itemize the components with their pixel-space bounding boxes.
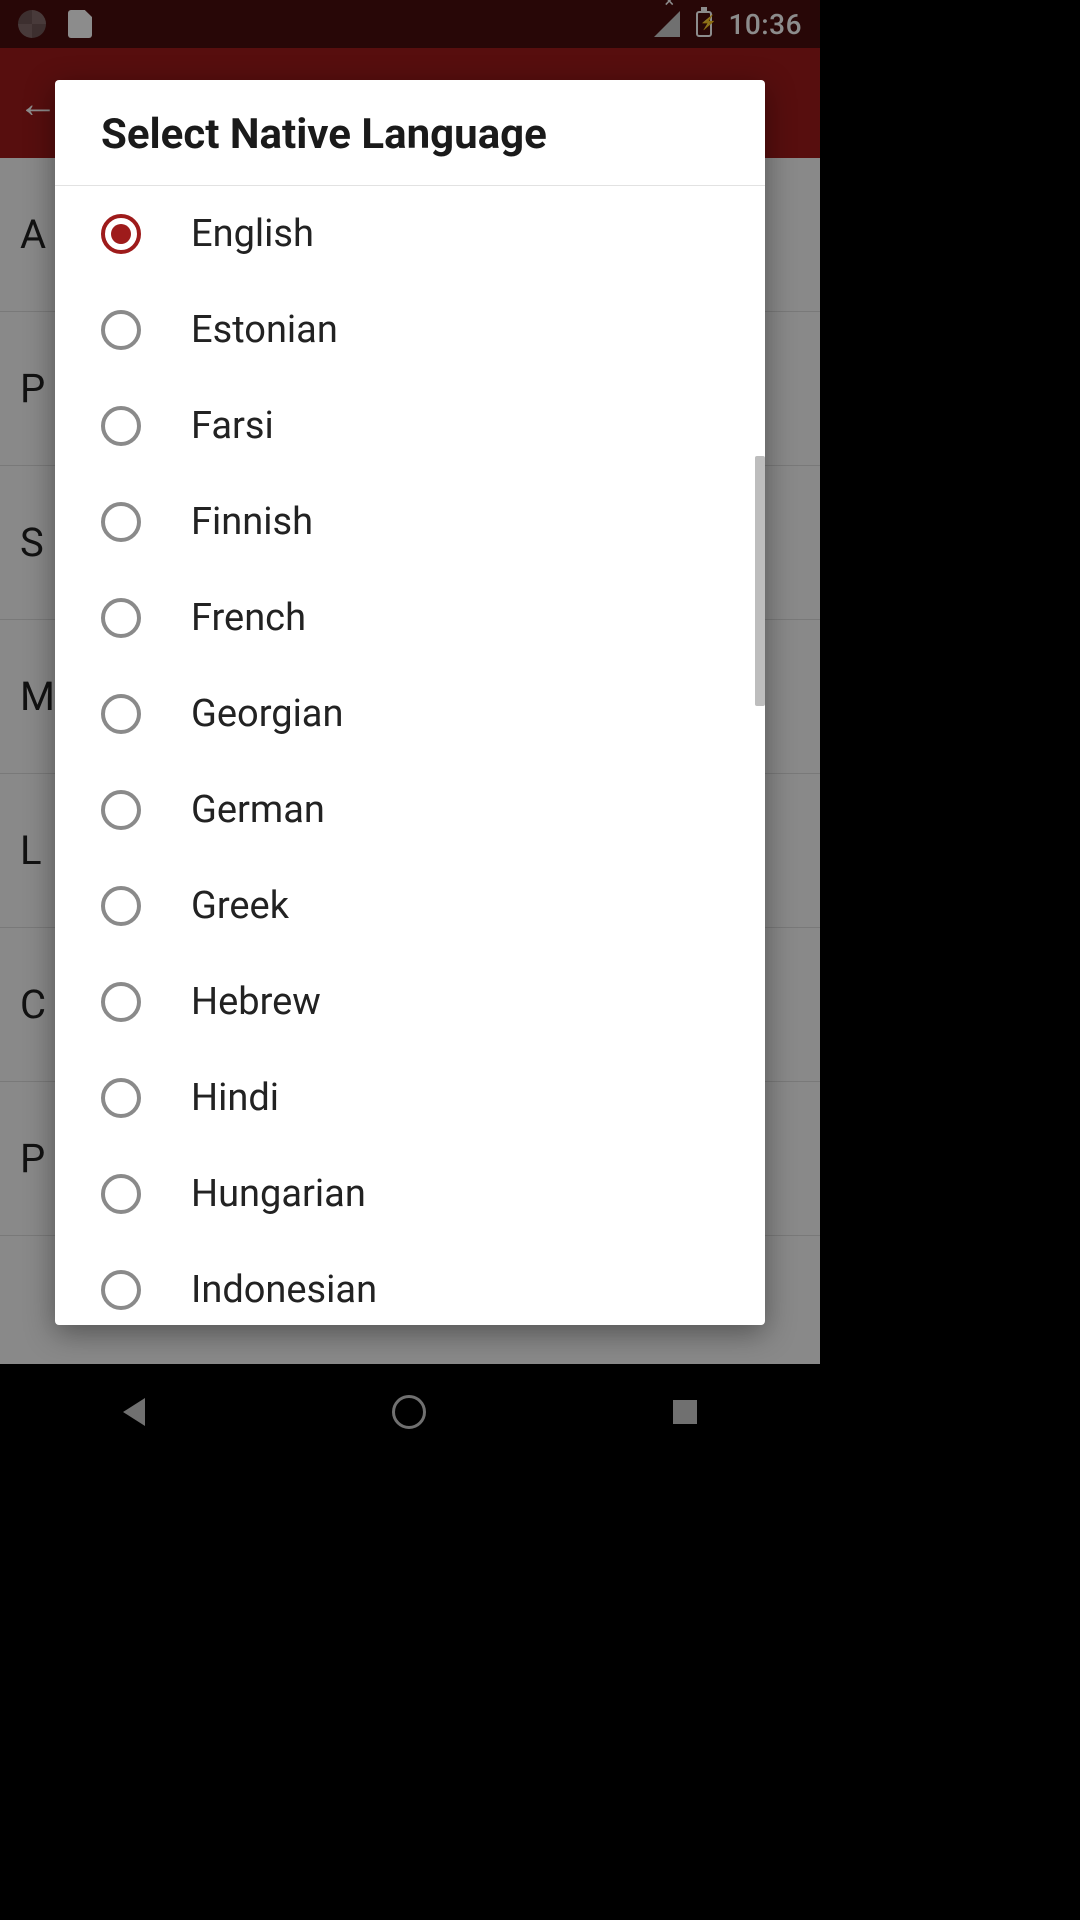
language-option[interactable]: Finnish [55, 474, 765, 570]
language-option-label: Hebrew [191, 980, 321, 1024]
scrollbar-thumb[interactable] [755, 456, 765, 706]
language-option[interactable]: Hebrew [55, 954, 765, 1050]
radio-unselected-icon [101, 310, 141, 350]
language-option[interactable]: Estonian [55, 282, 765, 378]
language-option-label: Indonesian [191, 1268, 377, 1312]
language-option[interactable]: Indonesian [55, 1242, 765, 1325]
radio-unselected-icon [101, 1270, 141, 1310]
language-option[interactable]: Greek [55, 858, 765, 954]
dialog-title: Select Native Language [55, 80, 765, 186]
radio-unselected-icon [101, 1078, 141, 1118]
language-option[interactable]: Georgian [55, 666, 765, 762]
radio-unselected-icon [101, 982, 141, 1022]
language-dialog: Select Native Language English Estonian Fa… [55, 80, 765, 1325]
language-option-label: Finnish [191, 500, 313, 544]
language-option[interactable]: English [55, 186, 765, 282]
language-option-label: German [191, 788, 325, 832]
language-option[interactable]: French [55, 570, 765, 666]
radio-unselected-icon [101, 406, 141, 446]
language-option-label: Farsi [191, 404, 274, 448]
radio-unselected-icon [101, 694, 141, 734]
radio-unselected-icon [101, 886, 141, 926]
radio-selected-icon [101, 214, 141, 254]
language-option[interactable]: German [55, 762, 765, 858]
language-option-list[interactable]: English Estonian Farsi Finnish French Georgia… [55, 186, 765, 1325]
language-option-label: Georgian [191, 692, 343, 736]
radio-unselected-icon [101, 598, 141, 638]
language-option[interactable]: Farsi [55, 378, 765, 474]
language-option-label: English [191, 212, 314, 256]
language-option-label: Estonian [191, 308, 338, 352]
language-option-label: Greek [191, 884, 289, 928]
radio-unselected-icon [101, 502, 141, 542]
language-option-label: French [191, 596, 306, 640]
language-option[interactable]: Hungarian [55, 1146, 765, 1242]
language-option[interactable]: Hindi [55, 1050, 765, 1146]
language-option-label: Hindi [191, 1076, 279, 1120]
language-option-label: Hungarian [191, 1172, 366, 1216]
radio-unselected-icon [101, 790, 141, 830]
radio-unselected-icon [101, 1174, 141, 1214]
